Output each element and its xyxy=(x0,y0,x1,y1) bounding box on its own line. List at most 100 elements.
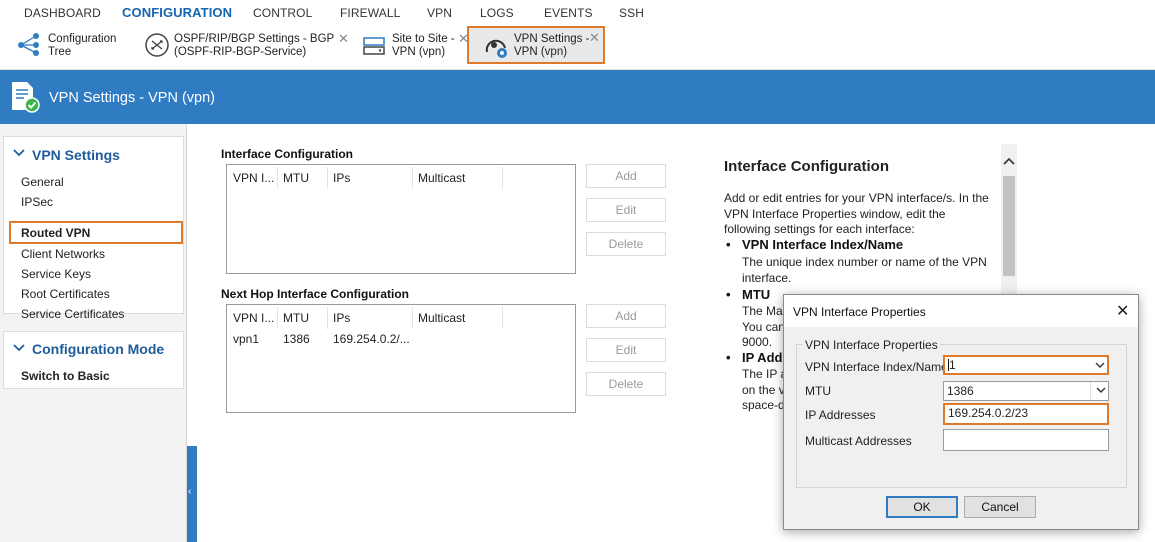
next-hop-config-title: Next Hop Interface Configuration xyxy=(221,287,410,301)
vpn-interface-properties-dialog: VPN Interface Properties ✕ VPN Interface… xyxy=(783,294,1139,530)
sidebar-item-client-networks[interactable]: Client Networks xyxy=(21,247,105,261)
sidebar: VPN Settings General IPSec Routed VPN Cl… xyxy=(0,124,187,542)
tab-label: VPN Settings - VPN (vpn) xyxy=(514,33,590,58)
table-cell: vpn1 xyxy=(233,332,260,346)
vpn-interface-index-combo[interactable]: 1 xyxy=(943,355,1109,375)
menu-events[interactable]: EVENTS xyxy=(544,6,593,20)
column-separator xyxy=(327,167,328,189)
table-cell: 1386 xyxy=(283,332,310,346)
tree-icon xyxy=(16,31,42,60)
close-icon[interactable]: ✕ xyxy=(1116,301,1129,321)
sidebar-collapse-button[interactable]: ‹ xyxy=(187,446,197,542)
column-separator xyxy=(502,307,503,329)
edit-button[interactable]: Edit xyxy=(586,338,666,362)
vpn-settings-icon xyxy=(483,32,511,63)
field-label: Multicast Addresses xyxy=(805,434,912,448)
ok-button[interactable]: OK xyxy=(886,496,958,518)
column-header[interactable]: IPs xyxy=(333,171,350,185)
column-header[interactable]: VPN I... xyxy=(233,311,274,325)
add-button[interactable]: Add xyxy=(586,304,666,328)
field-label: IP Addresses xyxy=(805,408,876,422)
sidebar-section-title[interactable]: Configuration Mode xyxy=(32,341,164,357)
tab-vpn-settings[interactable]: VPN Settings - VPN (vpn) ✕ xyxy=(467,26,605,64)
tab-label: Site to Site - VPN (vpn) xyxy=(392,33,455,58)
field-value: 1 xyxy=(949,358,956,372)
close-icon[interactable]: ✕ xyxy=(589,30,600,46)
sidebar-item-root-certificates[interactable]: Root Certificates xyxy=(21,287,110,301)
tab-label: Configuration Tree xyxy=(48,33,117,58)
column-separator xyxy=(277,167,278,189)
column-header[interactable]: VPN I... xyxy=(233,171,274,185)
tab-ospf-rip-bgp[interactable]: OSPF/RIP/BGP Settings - BGP (OSPF-RIP-BG… xyxy=(142,27,354,63)
help-bullet-desc: The unique index number or name of the V… xyxy=(742,255,987,285)
menu-logs[interactable]: LOGS xyxy=(480,6,514,20)
ip-addresses-field[interactable]: 169.254.0.2/23 xyxy=(943,403,1109,425)
sidebar-section-vpn-settings: VPN Settings General IPSec Routed VPN Cl… xyxy=(3,136,184,321)
sidebar-item-routed-vpn[interactable]: Routed VPN xyxy=(21,226,90,240)
tab-site-to-site[interactable]: Site to Site - VPN (vpn) ✕ xyxy=(360,27,470,63)
chevron-up-icon[interactable] xyxy=(1003,154,1015,168)
column-separator xyxy=(412,167,413,189)
network-icon xyxy=(362,34,388,61)
sidebar-item-service-keys[interactable]: Service Keys xyxy=(21,267,91,281)
edit-button[interactable]: Edit xyxy=(586,198,666,222)
top-menu: DASHBOARD CONFIGURATION CONTROL FIREWALL… xyxy=(0,0,1155,26)
interface-config-title: Interface Configuration xyxy=(221,147,354,161)
add-button[interactable]: Add xyxy=(586,164,666,188)
tab-strip: Configuration Tree OSPF/RIP/BGP Settings… xyxy=(0,26,1155,70)
column-separator xyxy=(502,167,503,189)
field-label: MTU xyxy=(805,384,831,398)
chevron-down-icon[interactable] xyxy=(13,147,25,161)
menu-ssh[interactable]: SSH xyxy=(619,6,644,20)
dialog-titlebar[interactable]: VPN Interface Properties ✕ xyxy=(784,295,1138,327)
mtu-combo[interactable]: 1386 xyxy=(943,381,1109,401)
interface-config-table[interactable]: VPN I... MTU IPs Multicast xyxy=(226,164,576,274)
tab-configuration-tree[interactable]: Configuration Tree xyxy=(14,27,134,63)
bullet-icon: • xyxy=(726,237,731,252)
column-header[interactable]: Multicast xyxy=(418,311,465,325)
field-value: 1386 xyxy=(947,384,974,398)
sidebar-item-ipsec[interactable]: IPSec xyxy=(21,195,53,209)
field-label: VPN Interface Index/Name xyxy=(805,360,948,374)
column-separator xyxy=(277,307,278,329)
sidebar-section-title[interactable]: VPN Settings xyxy=(32,147,120,163)
bullet-icon: • xyxy=(726,287,731,302)
menu-control[interactable]: CONTROL xyxy=(253,6,312,20)
chevron-left-icon: ‹ xyxy=(188,486,192,497)
menu-vpn[interactable]: VPN xyxy=(427,6,452,20)
field-value: 169.254.0.2/23 xyxy=(948,406,1029,420)
cancel-button[interactable]: Cancel xyxy=(964,496,1036,518)
menu-configuration[interactable]: CONFIGURATION xyxy=(122,5,232,20)
sidebar-item-general[interactable]: General xyxy=(21,175,64,189)
help-bullet-title: MTU xyxy=(742,287,771,302)
chevron-down-icon[interactable] xyxy=(1096,383,1106,404)
menu-dashboard[interactable]: DASHBOARD xyxy=(24,6,101,20)
column-header[interactable]: MTU xyxy=(283,171,309,185)
help-bullet-title: VPN Interface Index/Name xyxy=(742,237,904,252)
bullet-icon: • xyxy=(726,350,731,365)
dialog-title: VPN Interface Properties xyxy=(793,305,926,319)
column-separator xyxy=(327,307,328,329)
sidebar-item-switch-to-basic[interactable]: Switch to Basic xyxy=(21,369,110,383)
router-icon xyxy=(144,32,170,61)
help-bullet-title: IP Add xyxy=(742,350,783,365)
dialog-group-label: VPN Interface Properties xyxy=(803,338,940,352)
sidebar-section-configuration-mode: Configuration Mode Switch to Basic xyxy=(3,331,184,389)
column-header[interactable]: Multicast xyxy=(418,171,465,185)
column-header[interactable]: IPs xyxy=(333,311,350,325)
chevron-down-icon[interactable] xyxy=(13,342,25,356)
close-icon[interactable]: ✕ xyxy=(338,31,349,47)
scrollbar-thumb[interactable] xyxy=(1003,176,1015,276)
sidebar-item-service-certificates[interactable]: Service Certificates xyxy=(21,307,124,321)
table-cell: 169.254.0.2/... xyxy=(333,332,410,346)
multicast-addresses-field[interactable] xyxy=(943,429,1109,451)
next-hop-config-table[interactable]: VPN I... MTU IPs Multicast vpn1 1386 169… xyxy=(226,304,576,413)
column-header[interactable]: MTU xyxy=(283,311,309,325)
delete-button[interactable]: Delete xyxy=(586,372,666,396)
page-header: VPN Settings - VPN (vpn) xyxy=(0,70,1155,124)
menu-firewall[interactable]: FIREWALL xyxy=(340,6,400,20)
chevron-down-icon[interactable] xyxy=(1095,358,1105,378)
page-title: VPN Settings - VPN (vpn) xyxy=(49,90,215,106)
settings-doc-icon xyxy=(10,80,40,117)
delete-button[interactable]: Delete xyxy=(586,232,666,256)
